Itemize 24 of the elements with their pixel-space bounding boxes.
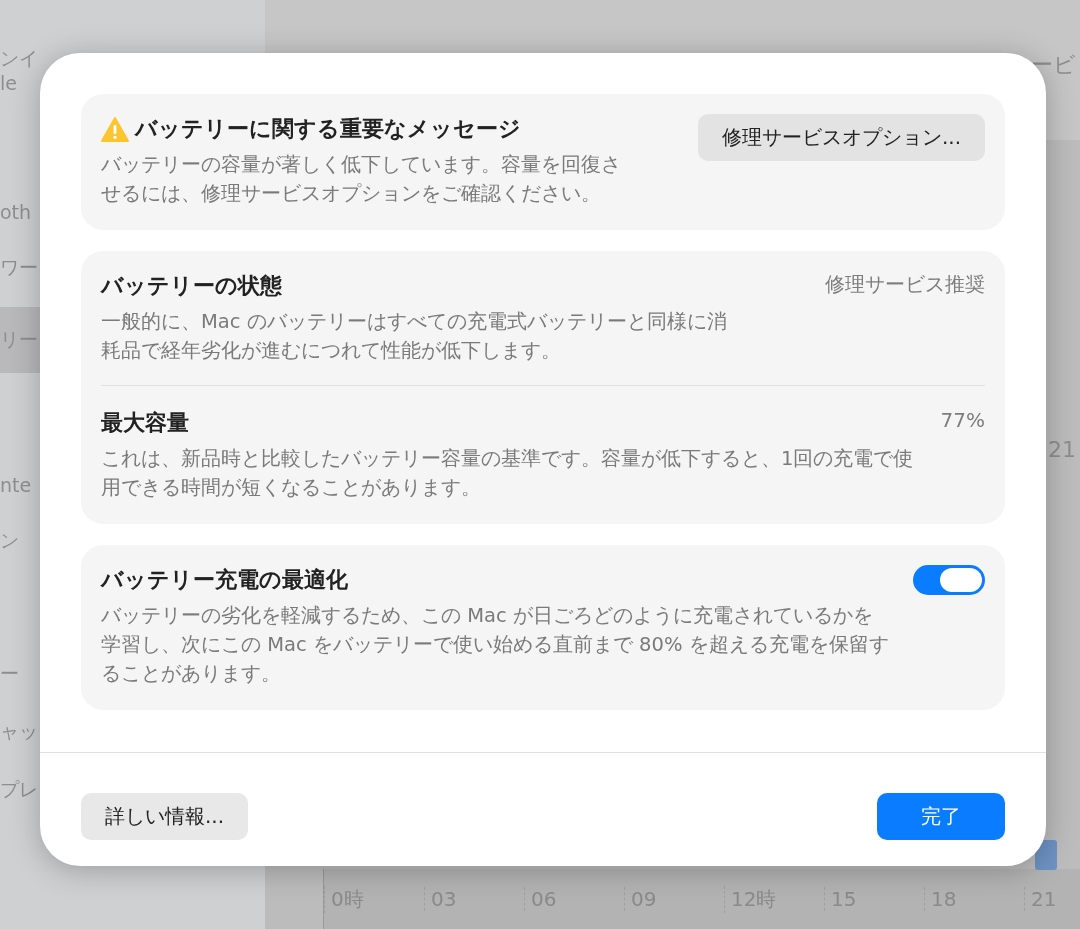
sidebar-item[interactable]: ンイ le [0,40,40,100]
sidebar-item[interactable]: oth [0,195,40,229]
setting-title: バッテリーの状態 [101,272,283,300]
alert-message: バッテリーの容量が著しく低下しています。容量を回復させるには、修理サービスオプションをご確認ください。 [101,152,622,207]
setting-title: バッテリー充電の最適化 [101,566,349,594]
sidebar-item[interactable]: ー [0,655,40,693]
alert-title: バッテリーに関する重要なメッセージ [135,115,521,143]
sidebar-item[interactable]: ワー [0,249,40,287]
repair-options-button[interactable]: 修理サービスオプション... [697,114,985,161]
sidebar-item[interactable]: ャッ [0,713,40,751]
sidebar-item[interactable]: プレ [0,771,40,809]
sidebar-item[interactable]: ン [0,522,40,560]
warning-icon [101,116,129,142]
more-info-button[interactable]: 詳しい情報... [81,793,249,840]
done-button[interactable]: 完了 [877,793,1005,840]
setting-description: バッテリーの劣化を軽減するため、この Mac が日ごろどのように充電されているかを学習し、次にこの Mac をバッテリーで使い始める直前まで 80% を超える充電を保留することがあります。 [101,603,890,687]
sidebar-item[interactable]: nte [0,468,40,502]
setting-description: これは、新品時と比較したバッテリー容量の基準です。容量が低下すると、1回の充電で使用できる時間が短くなることがあります。 [101,446,915,501]
chart-bar [1035,840,1057,870]
setting-value: 77% [940,408,985,432]
setting-description: 一般的に、Mac のバッテリーはすべての充電式バッテリーと同様に消耗品で経年劣化が進むにつれて性能が低下します。 [101,309,728,364]
setting-value: 修理サービス推奨 [825,271,985,298]
toggle-switch[interactable] [913,565,985,595]
setting-title: 最大容量 [101,409,190,437]
